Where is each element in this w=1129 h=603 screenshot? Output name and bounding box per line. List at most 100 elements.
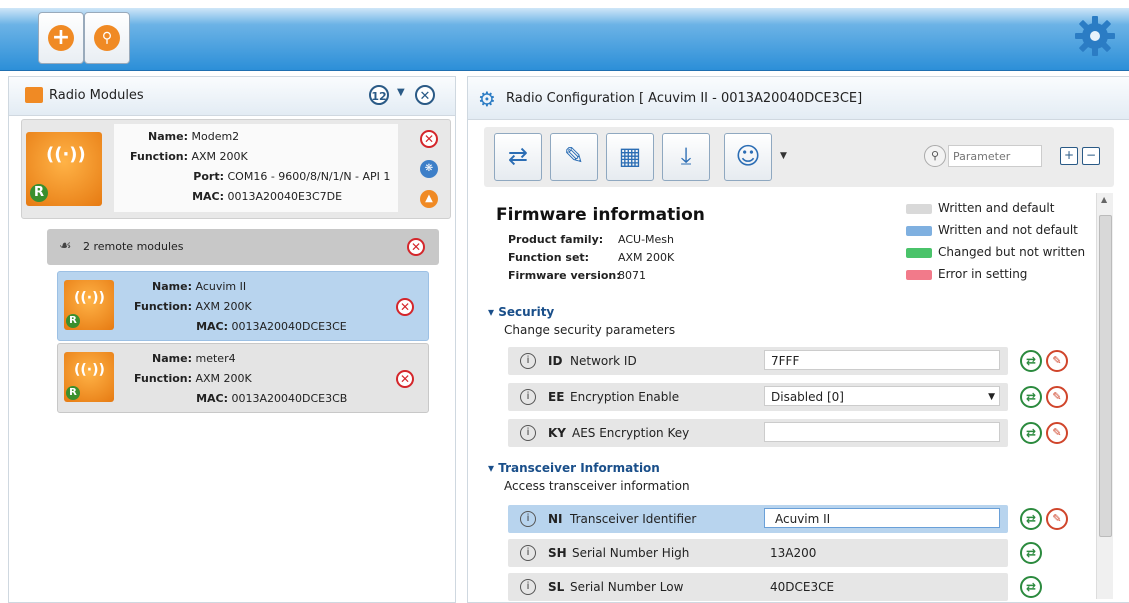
write-button[interactable]: ✎ (550, 133, 598, 181)
chevron-down-icon: ▾ (488, 305, 495, 319)
read-setting-button[interactable]: ⇄ (1020, 576, 1042, 598)
search-icon[interactable]: ⚲ (924, 145, 946, 167)
remove-module-button[interactable]: ✕ (420, 130, 438, 148)
setting-row-sl[interactable]: i SL Serial Number Low 40DCE3CE (508, 573, 1008, 601)
section-transceiver-title[interactable]: ▾ Transceiver Information (488, 461, 660, 475)
write-setting-button[interactable]: ✎ (1046, 350, 1068, 372)
function-label: Function: (134, 372, 192, 385)
gear-icon[interactable] (1073, 14, 1117, 58)
firmware-version-value: 8071 (618, 269, 646, 282)
scrollbar-thumb[interactable] (1099, 215, 1112, 537)
search-icon: ⚲ (94, 25, 120, 51)
update-firmware-button[interactable]: ⤓ (662, 133, 710, 181)
setting-label: Network ID (570, 354, 637, 368)
section-security-description: Change security parameters (504, 323, 676, 337)
read-setting-button[interactable]: ⇄ (1020, 386, 1042, 408)
setting-row-ni[interactable]: i NI Transceiver Identifier Acuvim II (508, 505, 1008, 533)
setting-row-sh[interactable]: i SH Serial Number High 13A200 (508, 539, 1008, 567)
write-setting-button[interactable]: ✎ (1046, 386, 1068, 408)
port-label: Port: (193, 170, 224, 183)
read-setting-button[interactable]: ⇄ (1020, 542, 1042, 564)
info-icon[interactable]: i (520, 389, 536, 405)
remote-modules-header[interactable]: ☙ 2 remote modules ✕ (47, 229, 439, 265)
close-icon: ✕ (419, 89, 431, 104)
radio-modules-icon (25, 87, 43, 103)
sort-icon: 12 (371, 90, 387, 103)
collapse-all-button[interactable]: − (1082, 147, 1100, 165)
minus-icon: − (1085, 148, 1097, 162)
read-setting-button[interactable]: ⇄ (1020, 422, 1042, 444)
mac-label: MAC: (196, 392, 228, 405)
info-icon[interactable]: i (520, 579, 536, 595)
plus-icon: + (1063, 148, 1075, 162)
setting-code: EE (548, 390, 565, 404)
remote-module-card[interactable]: ((·)) R Name: meter4 Function: AXM 200K M… (57, 343, 429, 413)
aes-key-input[interactable] (764, 422, 1000, 442)
search-input[interactable] (948, 145, 1042, 167)
info-icon[interactable]: i (520, 353, 536, 369)
add-module-button[interactable]: + (38, 12, 84, 64)
section-security-title[interactable]: ▾ Security (488, 305, 554, 319)
scroll-up-icon[interactable]: ▲ (1101, 195, 1107, 204)
radio-configuration-header: ⚙ Radio Configuration [ Acuvim II - 0013… (468, 77, 1129, 120)
radio-waves-icon: ((·)) (74, 362, 105, 378)
configuration-toolbar: ⇄ ✎ ▦ ⤓ ☺ ▼ ⚲ + − (484, 127, 1114, 187)
pencil-icon: ✎ (1052, 512, 1062, 525)
write-setting-button[interactable]: ✎ (1046, 508, 1068, 530)
expand-all-button[interactable]: + (1060, 147, 1078, 165)
module-port: COM16 - 9600/8/N/1/N - API 1 (227, 170, 391, 183)
remote-badge-icon: R (66, 386, 80, 400)
legend-item: Changed but not written (906, 245, 1085, 259)
radio-modules-panel: Radio Modules 12 ▼ ✕ ((·)) R Name: Modem… (8, 76, 456, 603)
top-toolbar: + ⚲ (0, 0, 1129, 71)
info-icon[interactable]: i (520, 545, 536, 561)
refresh-icon: ⇄ (1025, 546, 1037, 560)
module-mac: 0013A20040E3C7DE (227, 190, 343, 203)
firmware-version-label: Firmware version: (508, 269, 621, 282)
remove-remote-modules-button[interactable]: ✕ (407, 238, 425, 256)
encryption-enable-select[interactable]: Disabled [0] ▼ (764, 386, 1000, 406)
remove-module-button[interactable]: ✕ (396, 298, 414, 316)
local-module-card[interactable]: ((·)) R Name: Modem2 Function: AXM 200K … (21, 119, 451, 219)
discover-modules-button[interactable]: ⚲ (84, 12, 130, 64)
function-set-label: Function set: (508, 251, 590, 264)
info-icon[interactable]: i (520, 511, 536, 527)
chevron-up-icon: ▲ (425, 193, 433, 204)
radio-waves-icon: ((·)) (46, 144, 86, 165)
info-icon[interactable]: i (520, 425, 536, 441)
chevron-down-icon: ▾ (488, 461, 495, 475)
remote-module-card[interactable]: ((·)) R Name: Acuvim II Function: AXM 200… (57, 271, 429, 341)
setting-label: Transceiver Identifier (570, 512, 697, 526)
refresh-icon: ⇄ (507, 142, 529, 170)
setting-value: 13A200 (770, 546, 817, 560)
profile-button[interactable]: ☺ (724, 133, 772, 181)
chevron-down-icon[interactable]: ▼ (780, 151, 787, 161)
sort-button[interactable]: 12 (369, 85, 389, 105)
transceiver-identifier-input[interactable]: Acuvim II (764, 508, 1000, 528)
remove-module-button[interactable]: ✕ (396, 370, 414, 388)
setting-row-id[interactable]: i ID Network ID 7FFF (508, 347, 1008, 375)
setting-label: Encryption Enable (570, 390, 680, 404)
name-label: Name: (148, 130, 188, 143)
read-setting-button[interactable]: ⇄ (1020, 508, 1042, 530)
read-button[interactable]: ⇄ (494, 133, 542, 181)
discover-remote-button[interactable]: ❋ (420, 160, 438, 178)
refresh-icon: ⇄ (1025, 354, 1037, 368)
radio-modules-header: Radio Modules 12 ▼ ✕ (9, 77, 455, 116)
setting-row-ky[interactable]: i KY AES Encryption Key (508, 419, 1008, 447)
product-family-label: Product family: (508, 233, 604, 246)
remote-modules-count: 2 remote modules (83, 240, 184, 253)
mac-label: MAC: (192, 190, 224, 203)
section-transceiver-description: Access transceiver information (504, 479, 690, 493)
default-button[interactable]: ▦ (606, 133, 654, 181)
setting-row-ee[interactable]: i EE Encryption Enable Disabled [0] ▼ (508, 383, 1008, 411)
collapse-button[interactable]: ▲ (420, 190, 438, 208)
write-setting-button[interactable]: ✎ (1046, 422, 1068, 444)
read-setting-button[interactable]: ⇄ (1020, 350, 1042, 372)
close-all-button[interactable]: ✕ (415, 85, 435, 105)
network-id-input[interactable]: 7FFF (764, 350, 1000, 370)
chevron-down-icon[interactable]: ▼ (397, 87, 405, 98)
vertical-scrollbar[interactable]: ▲ (1096, 193, 1113, 599)
legend-swatch (906, 203, 932, 214)
name-label: Name: (152, 280, 192, 293)
